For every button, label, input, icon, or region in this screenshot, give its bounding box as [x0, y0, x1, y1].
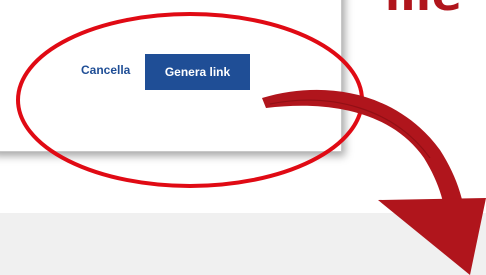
arrow-head-icon: [378, 198, 486, 275]
annotation-overlay: [16, 12, 486, 275]
